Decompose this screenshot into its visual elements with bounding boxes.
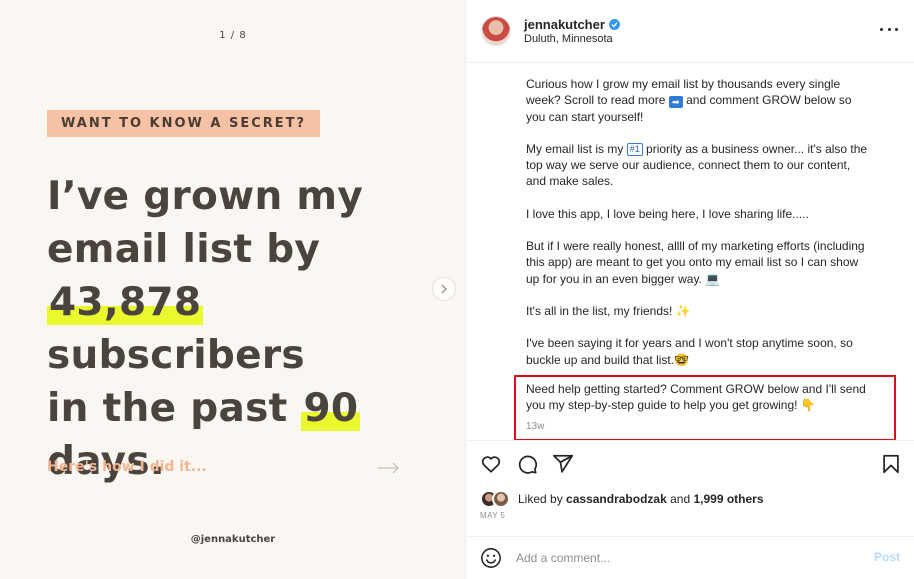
carousel-slide: 1 / 8 WANT TO KNOW A SECRET? I’ve grown …: [0, 0, 466, 579]
comment-bar: Post: [466, 536, 914, 579]
headline-line: email list by: [47, 227, 321, 272]
post-caption: Curious how I grow my email list by thou…: [526, 76, 871, 384]
verified-icon: [608, 19, 620, 30]
chevron-right-icon: [441, 284, 447, 294]
caption-paragraph: I've been saying it for years and I won'…: [526, 336, 853, 367]
secret-tag: WANT TO KNOW A SECRET?: [47, 110, 321, 137]
subscriber-count: 43,878: [47, 280, 204, 325]
post-date: MAY 5: [480, 511, 506, 520]
slide-handle: @jennakutcher: [190, 534, 276, 545]
nerd-emoji-icon: 🤓: [674, 352, 690, 367]
liker-username-link[interactable]: cassandrabodzak: [566, 492, 667, 506]
slide-headline: I’ve grown my email list by 43,878 subsc…: [47, 170, 447, 488]
likes-summary: Liked by cassandrabodzak and 1,999 other…: [480, 488, 764, 510]
smiley-icon[interactable]: [480, 547, 502, 569]
days-count: 90: [301, 386, 361, 431]
more-icon[interactable]: [880, 20, 898, 38]
next-slide-button[interactable]: [432, 277, 456, 301]
post-comment-button[interactable]: Post: [874, 550, 900, 564]
arrow-emoji-icon: ➡: [668, 96, 683, 109]
number-one-emoji-icon: #1: [626, 142, 643, 156]
headline-line: I’ve grown my: [47, 174, 364, 219]
slide-counter: 1 / 8: [219, 30, 247, 41]
caption-paragraph: My email list is my #1 priority as a bus…: [526, 141, 868, 189]
likes-count-link[interactable]: 1,999 others: [693, 492, 763, 506]
bookmark-icon[interactable]: [880, 453, 902, 475]
post-age: 13w: [526, 421, 545, 432]
caption-paragraph: It's all in the list, my friends! ✨: [526, 303, 691, 318]
headline-line: in the past 90: [47, 386, 361, 431]
heart-icon[interactable]: [480, 453, 502, 475]
headline-line: 43,878 subscribers: [47, 280, 305, 378]
username-link[interactable]: jennakutcher: [524, 17, 620, 32]
post-header: jennakutcher Duluth, Minnesota: [466, 0, 914, 63]
howto-text: Here's how I did it...: [47, 459, 207, 475]
caption-cta-paragraph: Need help getting started? Comment GROW …: [526, 382, 866, 413]
comment-input[interactable]: [516, 547, 836, 569]
arrow-right-icon: [378, 462, 399, 474]
comment-icon[interactable]: [516, 453, 538, 475]
caption-paragraph: I love this app, I love being here, I lo…: [526, 206, 809, 221]
likes-text: Liked by cassandrabodzak and 1,999 other…: [518, 492, 764, 506]
avatar[interactable]: [492, 490, 510, 508]
sparkles-emoji-icon: ✨: [675, 303, 691, 318]
caption-paragraph: But if I were really honest, allll of my…: [526, 239, 865, 286]
action-bar: [466, 440, 914, 486]
post-panel: jennakutcher Duluth, Minnesota Curious h…: [466, 0, 914, 579]
location-link[interactable]: Duluth, Minnesota: [524, 33, 613, 45]
laptop-emoji-icon: 💻: [705, 271, 721, 286]
caption-paragraph: Curious how I grow my email list by thou…: [526, 77, 852, 124]
point-down-emoji-icon: 👇: [800, 398, 816, 413]
avatar[interactable]: [481, 16, 511, 46]
share-icon[interactable]: [552, 453, 574, 475]
